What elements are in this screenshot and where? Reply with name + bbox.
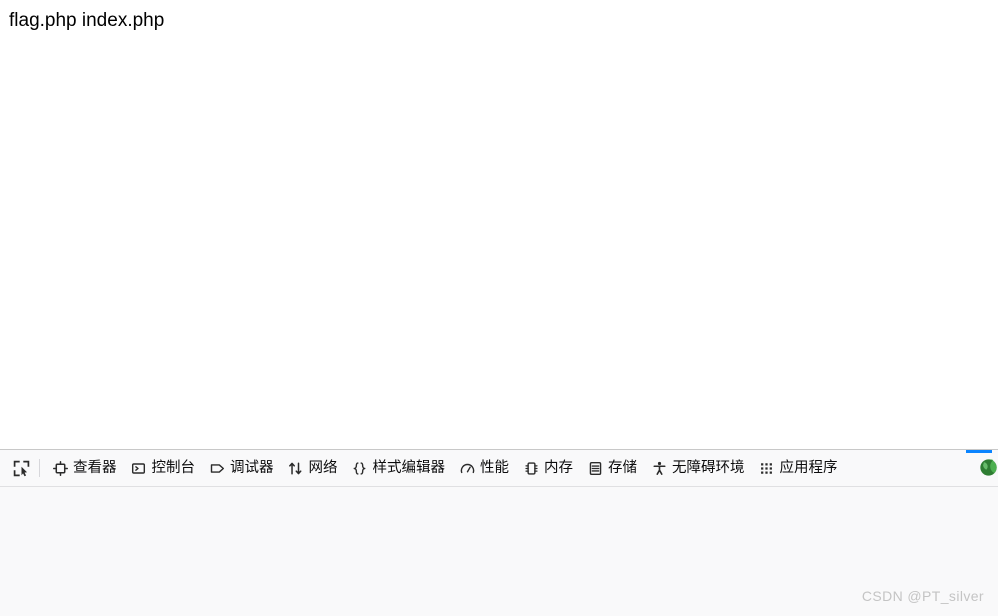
tab-application-label: 应用程序 [779, 459, 838, 476]
tab-inspector[interactable]: 查看器 [45, 453, 124, 483]
devtools-tab-bar: 查看器 控制台 调试器 网络 样式编辑器 性能 内存 存储 无障碍环境 应用程序 [0, 450, 998, 487]
page-body-text: flag.php index.php [9, 10, 165, 31]
performance-icon [459, 460, 475, 476]
toolbar-divider [39, 459, 40, 477]
tab-performance-label: 性能 [480, 459, 509, 476]
accessibility-icon [651, 460, 667, 476]
application-icon [759, 460, 775, 476]
page-content-area: flag.php index.php [0, 0, 998, 449]
tab-style-editor[interactable]: 样式编辑器 [345, 453, 453, 483]
memory-icon [523, 460, 539, 476]
tab-debugger[interactable]: 调试器 [202, 453, 281, 483]
tab-accessibility[interactable]: 无障碍环境 [644, 453, 752, 483]
tab-accessibility-label: 无障碍环境 [672, 459, 745, 476]
tab-memory[interactable]: 内存 [516, 453, 580, 483]
debugger-icon [209, 460, 225, 476]
tab-inspector-label: 查看器 [73, 459, 117, 476]
devtools-panel: 查看器 控制台 调试器 网络 样式编辑器 性能 内存 存储 无障碍环境 应用程序 [0, 449, 998, 616]
tab-network[interactable]: 网络 [281, 453, 345, 483]
style-editor-icon [352, 460, 368, 476]
element-picker-icon[interactable] [6, 454, 36, 482]
inspector-icon [52, 460, 68, 476]
screen-root: flag.php index.php 查看器 控制台 调试器 网络 样式编辑器 … [0, 0, 998, 616]
tab-performance[interactable]: 性能 [452, 453, 516, 483]
tab-storage[interactable]: 存储 [580, 453, 644, 483]
network-icon [288, 460, 304, 476]
devtools-accent-bar [966, 450, 992, 453]
hackbar-extension-icon[interactable] [979, 458, 998, 477]
tab-memory-label: 内存 [544, 459, 573, 476]
tab-network-label: 网络 [308, 459, 338, 476]
tab-console[interactable]: 控制台 [124, 453, 203, 483]
tab-console-label: 控制台 [151, 459, 196, 476]
tab-debugger-label: 调试器 [230, 459, 274, 476]
tab-style-editor-label: 样式编辑器 [372, 459, 446, 476]
storage-icon [587, 460, 603, 476]
tab-storage-label: 存储 [608, 459, 637, 476]
console-icon [131, 460, 147, 476]
tab-application[interactable]: 应用程序 [752, 453, 845, 483]
